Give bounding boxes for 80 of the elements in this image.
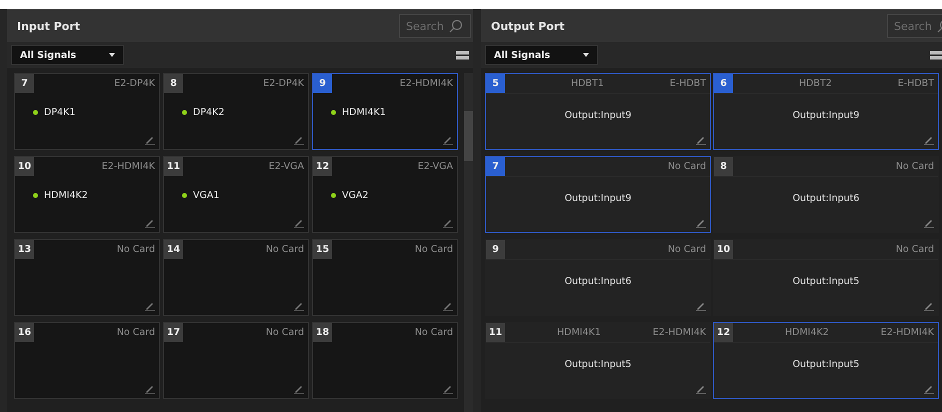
output-source: Output:Input5: [792, 359, 860, 372]
port-number: 18: [313, 323, 332, 342]
output-source: Output:Input5: [792, 276, 860, 289]
input-card[interactable]: 15 No Card: [312, 239, 458, 316]
card-type: E2-HDMI4K: [400, 78, 454, 89]
port-name: HDBT1: [570, 78, 605, 89]
input-card[interactable]: 17 No Card: [163, 322, 309, 399]
card-type: No Card: [116, 327, 156, 338]
input-card[interactable]: 13 No Card: [14, 239, 160, 316]
search-field[interactable]: Search: [399, 14, 471, 38]
port-number: 6: [714, 74, 733, 93]
card-type: No Card: [266, 327, 305, 338]
card-type: E2-DP4K: [263, 78, 305, 89]
port-number: 17: [164, 323, 183, 342]
port-number: 11: [486, 323, 505, 342]
port-number: 8: [164, 74, 183, 93]
card-type: E2-VGA: [418, 161, 454, 172]
signal-filter-dropdown[interactable]: All Signals: [11, 45, 124, 65]
card-type: No Card: [668, 244, 707, 255]
input-card[interactable]: 11 E2-VGA VGA1: [163, 156, 309, 233]
input-card[interactable]: 14 No Card: [163, 239, 309, 316]
signal-name: HDMI4K1: [342, 107, 386, 118]
signal-filter-dropdown[interactable]: All Signals: [485, 45, 598, 65]
port-number: 7: [486, 157, 505, 176]
port-number: 15: [313, 240, 332, 259]
signal-name: HDMI4K2: [44, 190, 88, 201]
panel-title: Input Port: [17, 20, 80, 32]
output-card[interactable]: 12 HDMI4K2 E2-HDMI4K Output:Input5: [713, 322, 939, 399]
output-source: Output:Input6: [564, 276, 632, 289]
output-source: Output:Input9: [564, 193, 632, 206]
output-source: Output:Input6: [792, 193, 860, 206]
card-type: No Card: [668, 161, 707, 172]
card-type: E2-HDMI4K: [102, 161, 156, 172]
port-number: 12: [714, 323, 733, 342]
port-number: 12: [313, 157, 332, 176]
card-type: E-HDBT: [670, 78, 707, 89]
signal-name: DP4K2: [193, 107, 224, 118]
output-source: Output:Input9: [564, 110, 632, 123]
card-type: No Card: [266, 244, 305, 255]
card-type: No Card: [116, 244, 156, 255]
port-number: 10: [15, 157, 34, 176]
signal-name: DP4K1: [44, 107, 76, 118]
port-number: 10: [714, 240, 733, 259]
card-type: No Card: [414, 244, 454, 255]
signal-name: VGA2: [342, 190, 368, 201]
port-number: 9: [313, 74, 332, 93]
card-type: E2-HDMI4K: [880, 327, 935, 338]
card-type: E2-HDMI4K: [652, 327, 707, 338]
port-name: HDMI4K2: [784, 327, 830, 338]
input-card[interactable]: 18 No Card: [312, 322, 458, 399]
port-name: HDBT2: [798, 78, 833, 89]
card-type: E2-VGA: [268, 161, 305, 172]
port-number: 11: [164, 157, 183, 176]
port-number: 14: [164, 240, 183, 259]
port-number: 7: [15, 74, 34, 93]
output-source: Output:Input9: [792, 110, 860, 123]
output-card[interactable]: 6 HDBT2 E-HDBT Output:Input9: [713, 73, 939, 150]
input-card[interactable]: 8 E2-DP4K DP4K2: [163, 73, 309, 150]
port-number: 16: [15, 323, 34, 342]
port-number: 5: [486, 74, 505, 93]
port-number: 9: [486, 240, 505, 259]
card-type: No Card: [414, 327, 454, 338]
port-number: 8: [714, 157, 733, 176]
input-card[interactable]: 12 E2-VGA VGA2: [312, 156, 458, 233]
input-card[interactable]: 7 E2-DP4K DP4K1: [14, 73, 160, 150]
card-type: No Card: [896, 161, 935, 172]
input-card[interactable]: 10 E2-HDMI4K HDMI4K2: [14, 156, 160, 233]
search-field[interactable]: Search: [887, 14, 942, 38]
card-type: No Card: [896, 244, 935, 255]
card-type: E2-DP4K: [114, 78, 156, 89]
port-number: 13: [15, 240, 34, 259]
card-type: E-HDBT: [898, 78, 935, 89]
signal-name: VGA1: [193, 190, 220, 201]
output-source: Output:Input5: [564, 359, 632, 372]
port-name: HDMI4K1: [556, 327, 602, 338]
output-card[interactable]: 7 No Card Output:Input9: [485, 156, 711, 233]
output-card[interactable]: 5 HDBT1 E-HDBT Output:Input9: [485, 73, 711, 150]
input-card[interactable]: 16 No Card: [14, 322, 160, 399]
input-card[interactable]: 9 E2-HDMI4K HDMI4K1: [312, 73, 458, 150]
panel-title: Output Port: [491, 20, 565, 32]
